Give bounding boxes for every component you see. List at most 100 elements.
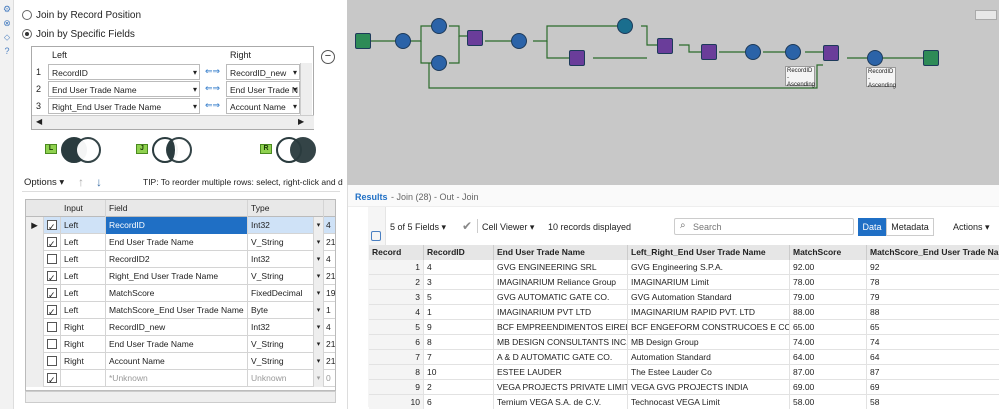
join-horizontal-scrollbar[interactable]: ◀ ▶: [32, 115, 314, 129]
results-column-header[interactable]: Left_Right_End User Trade Name: [628, 245, 790, 260]
results-cell[interactable]: 88.00: [790, 305, 867, 320]
results-cell[interactable]: The Estee Lauder Co: [628, 365, 790, 380]
results-cell[interactable]: 2: [424, 380, 494, 395]
results-cell[interactable]: IMAGINARIUM RAPID PVT. LTD: [628, 305, 790, 320]
results-cell[interactable]: BCF EMPREENDIMENTOS EIRELI: [494, 320, 628, 335]
type-dropdown-icon[interactable]: ▾: [314, 336, 324, 353]
left-field-select[interactable]: End User Trade Name: [48, 81, 200, 97]
join-by-fields-option[interactable]: Join by Specific Fields: [22, 29, 135, 40]
fuzzy-icon[interactable]: [569, 50, 585, 66]
row-selector[interactable]: [26, 370, 44, 387]
results-cell[interactable]: 8: [369, 365, 424, 380]
input-book-icon[interactable]: [355, 33, 371, 49]
field-checkbox[interactable]: [44, 336, 61, 353]
field-row[interactable]: Left Right_End User Trade Name V_String …: [26, 268, 335, 285]
results-cell[interactable]: 58.00: [790, 395, 867, 409]
results-cell[interactable]: 2: [369, 275, 424, 290]
left-field-select[interactable]: RecordID: [48, 64, 200, 80]
workflow-canvas[interactable]: RecordID - Ascending RecordID - Ascendin…: [347, 0, 999, 185]
join-row[interactable]: 2 End User Trade Name ⇐⇒ End User Trade …: [32, 81, 300, 98]
field-checkbox[interactable]: [44, 268, 61, 285]
field-type[interactable]: Unknown: [248, 370, 314, 387]
field-name[interactable]: End User Trade Name: [106, 234, 248, 251]
right-field-select[interactable]: Account Name: [226, 98, 300, 114]
results-cell[interactable]: 1: [369, 260, 424, 275]
type-dropdown-icon[interactable]: ▾: [314, 370, 324, 387]
close-icon[interactable]: ⊗: [2, 18, 12, 28]
field-checkbox[interactable]: [44, 285, 61, 302]
results-cell[interactable]: 74: [867, 335, 999, 350]
join-row[interactable]: 3 Right_End User Trade Name ⇐⇒ Account N…: [32, 98, 300, 115]
checkbox-icon[interactable]: [47, 219, 57, 234]
tab-data[interactable]: Data: [858, 218, 886, 236]
results-cell[interactable]: 78.00: [790, 275, 867, 290]
field-name[interactable]: RecordID2: [106, 251, 248, 268]
results-cell[interactable]: IMAGINARIUM Limit: [628, 275, 790, 290]
field-type[interactable]: FixedDecimal: [248, 285, 314, 302]
field-row[interactable]: Left RecordID2 Int32 ▾ 4: [26, 251, 335, 268]
tag-icon[interactable]: ⬦: [2, 32, 12, 42]
join-icon[interactable]: [657, 38, 673, 54]
results-cell[interactable]: 5: [424, 290, 494, 305]
results-cell[interactable]: 64.00: [790, 350, 867, 365]
type-dropdown-icon[interactable]: ▾: [314, 268, 324, 285]
results-cell[interactable]: 6: [424, 395, 494, 409]
formula-icon[interactable]: [431, 18, 447, 34]
field-checkbox[interactable]: [44, 251, 61, 268]
field-checkbox[interactable]: [44, 302, 61, 319]
results-cell[interactable]: 1: [424, 305, 494, 320]
results-cell[interactable]: 8: [424, 335, 494, 350]
results-cell[interactable]: MB Design Group: [628, 335, 790, 350]
venn-join-type[interactable]: J: [136, 136, 196, 166]
field-checkbox[interactable]: [44, 353, 61, 370]
results-cell[interactable]: ESTEE LAUDER: [494, 365, 628, 380]
record-id-icon[interactable]: [511, 33, 527, 49]
results-cell[interactable]: 69: [867, 380, 999, 395]
results-cell[interactable]: 58: [867, 395, 999, 409]
checkbox-icon[interactable]: [47, 339, 57, 350]
record-id-icon[interactable]: [395, 33, 411, 49]
field-checkbox[interactable]: [44, 217, 61, 234]
search-input[interactable]: ⌕ Search: [674, 218, 854, 235]
row-selector[interactable]: [26, 268, 44, 285]
results-cell[interactable]: 4: [424, 260, 494, 275]
field-type[interactable]: V_String: [248, 336, 314, 353]
field-row[interactable]: Right End User Trade Name V_String ▾ 21: [26, 336, 335, 353]
type-dropdown-icon[interactable]: ▾: [314, 251, 324, 268]
results-cell[interactable]: GVG ENGINEERING SRL: [494, 260, 628, 275]
row-selector[interactable]: ▶: [26, 217, 44, 234]
results-cell[interactable]: 3: [369, 290, 424, 305]
results-cell[interactable]: 10: [424, 365, 494, 380]
field-type[interactable]: Byte: [248, 302, 314, 319]
results-cell[interactable]: 79.00: [790, 290, 867, 305]
results-cell[interactable]: VEGA PROJECTS PRIVATE LIMITE: [494, 380, 628, 395]
field-row[interactable]: Left End User Trade Name V_String ▾ 21: [26, 234, 335, 251]
fields-selector[interactable]: 5 of 5 Fields ▾: [390, 219, 446, 235]
field-row[interactable]: Left MatchScore FixedDecimal ▾ 19: [26, 285, 335, 302]
results-column-header[interactable]: Record: [369, 245, 424, 260]
type-dropdown-icon[interactable]: ▾: [314, 353, 324, 370]
options-dropdown[interactable]: Options ▾: [24, 177, 64, 188]
results-column-header[interactable]: MatchScore_End User Trade Name: [867, 245, 999, 260]
results-cell[interactable]: GVG Automation Standard: [628, 290, 790, 305]
results-cell[interactable]: Technocast VEGA Limit: [628, 395, 790, 409]
row-selector[interactable]: [26, 302, 44, 319]
actions-dropdown[interactable]: Actions ▾: [953, 219, 990, 235]
move-up-icon[interactable]: ↑: [78, 175, 84, 189]
tab-metadata[interactable]: Metadata: [886, 218, 934, 236]
fields-horizontal-scrollbar[interactable]: [25, 391, 336, 403]
results-cell[interactable]: A & D AUTOMATIC GATE CO.: [494, 350, 628, 365]
field-type[interactable]: Int32: [248, 251, 314, 268]
results-cell[interactable]: 3: [424, 275, 494, 290]
right-field-select[interactable]: RecordID_new: [226, 64, 300, 80]
field-name[interactable]: RecordID: [106, 217, 248, 234]
field-checkbox[interactable]: [44, 370, 61, 387]
field-checkbox[interactable]: [44, 319, 61, 336]
results-cell[interactable]: 6: [369, 335, 424, 350]
field-name[interactable]: Right_End User Trade Name: [106, 268, 248, 285]
results-column-header[interactable]: End User Trade Name: [494, 245, 628, 260]
help-icon[interactable]: ?: [2, 46, 12, 56]
canvas-overview-toggle[interactable]: [975, 10, 997, 20]
table-icon[interactable]: [371, 231, 381, 241]
field-name[interactable]: RecordID_new: [106, 319, 248, 336]
